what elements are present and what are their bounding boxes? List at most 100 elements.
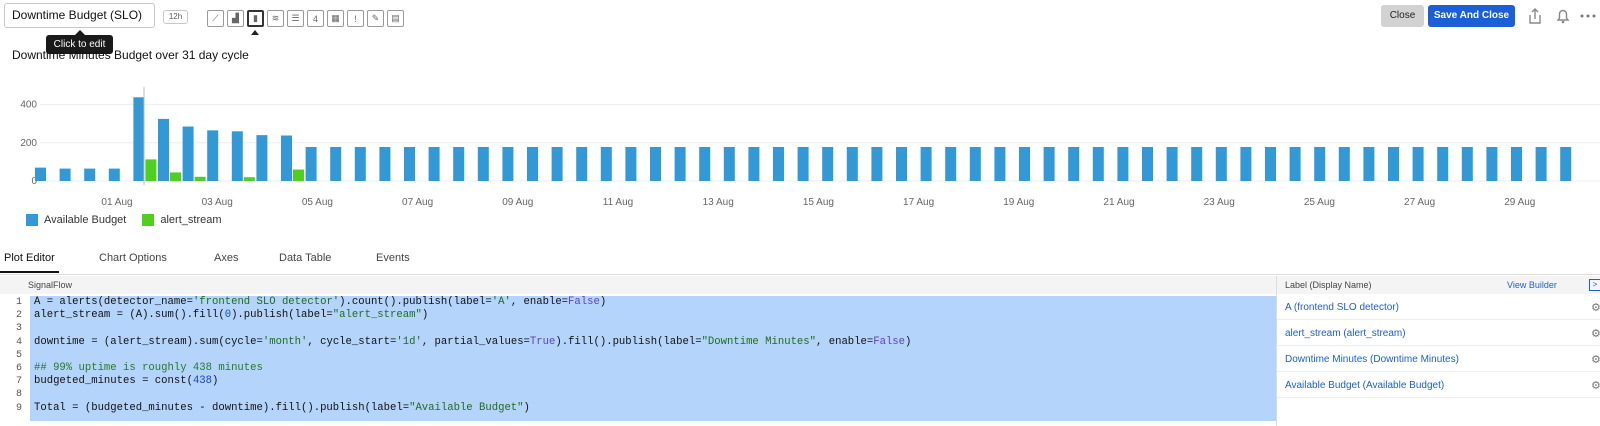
code-line[interactable]: ## 99% uptime is roughly 438 minutes [30,362,1276,375]
plot-label-row[interactable]: Available Budget (Available Budget) ⚙ [1277,372,1600,398]
bar-available-budget[interactable] [428,146,440,181]
bar-available-budget[interactable] [1560,146,1572,181]
bar-available-budget[interactable] [1535,146,1547,181]
bar-available-budget[interactable] [354,146,366,181]
code-line[interactable]: downtime = (alert_stream).sum(cycle='mon… [30,336,1276,349]
code-line[interactable]: A = alerts(detector_name='frontend SLO d… [30,296,1276,309]
plot-label-text[interactable]: Downtime Minutes (Downtime Minutes) [1285,354,1459,365]
tab-data-table[interactable]: Data Table [279,252,331,264]
bar-available-budget[interactable] [945,146,957,181]
save-and-close-button[interactable]: Save And Close [1428,5,1515,27]
bar-available-budget[interactable] [650,146,661,181]
share-icon[interactable] [1526,7,1544,25]
bar-available-budget[interactable] [871,146,883,181]
code-line[interactable]: alert_stream = (A).sum().fill(0).publish… [30,309,1276,322]
bar-available-budget[interactable] [281,135,292,181]
bar-alert-stream[interactable] [145,159,157,181]
bar-available-budget[interactable] [1437,146,1449,181]
bar-available-budget[interactable] [1511,146,1522,181]
bar-available-budget[interactable] [404,146,415,181]
bar-available-budget[interactable] [1461,146,1473,181]
bar-available-budget[interactable] [994,146,1006,181]
plot-label-row[interactable]: alert_stream (alert_stream) ⚙ [1277,320,1600,346]
view-builder-link[interactable]: View Builder [1507,280,1557,290]
code-line[interactable]: Total = (budgeted_minutes - downtime).fi… [30,402,1276,415]
bar-available-budget[interactable] [1388,146,1399,181]
bar-available-budget[interactable] [625,146,637,181]
bar-available-budget[interactable] [59,168,71,181]
line-chart-icon[interactable]: ⟋ [207,10,224,27]
bar-available-budget[interactable] [920,146,932,181]
bar-available-budget[interactable] [453,146,465,181]
area-chart-icon[interactable]: ▟ [227,10,244,27]
bar-available-budget[interactable] [256,135,268,181]
bar-available-budget[interactable] [1142,146,1153,181]
bar-available-budget[interactable] [773,146,784,181]
bar-available-budget[interactable] [527,146,538,181]
heatmap-icon[interactable]: ▦ [327,10,344,27]
plot-label-row[interactable]: A (frontend SLO detector) ⚙ [1277,294,1600,320]
column-chart-icon[interactable]: ▮ [247,10,264,27]
text-note-icon[interactable]: ✎ [367,10,384,27]
bar-available-budget[interactable] [1363,146,1375,181]
close-button[interactable]: Close [1381,5,1424,27]
bar-available-budget[interactable] [576,146,588,181]
bar-available-budget[interactable] [305,146,317,181]
bar-available-budget[interactable] [1043,146,1055,181]
bar-alert-stream[interactable] [243,177,255,181]
table-icon[interactable]: ▤ [387,10,404,27]
bell-icon[interactable] [1554,7,1572,25]
bar-available-budget[interactable] [182,126,194,181]
bar-available-budget[interactable] [896,146,907,181]
tab-plot-editor[interactable]: Plot Editor [0,252,59,273]
bar-available-budget[interactable] [330,146,342,181]
bar-alert-stream[interactable] [170,172,181,181]
bar-available-budget[interactable] [551,146,563,181]
bar-available-budget[interactable] [1289,146,1301,181]
more-options-icon[interactable] [1578,7,1598,25]
signalflow-editor[interactable]: 1 23456 789 A = alerts(detector_name='fron… [0,296,1276,426]
plot-label-text[interactable]: A (frontend SLO detector) [1285,302,1399,313]
bar-available-budget[interactable] [797,146,809,181]
bar-available-budget[interactable] [748,146,760,181]
bar-available-budget[interactable] [35,167,46,181]
bar-available-budget[interactable] [84,168,96,181]
bar-available-budget[interactable] [1412,146,1424,181]
bar-available-budget[interactable] [379,146,391,181]
single-value-icon[interactable]: 4 [307,10,324,27]
bar-available-budget[interactable] [846,146,858,181]
code-line[interactable] [30,388,1276,401]
bar-alert-stream[interactable] [293,169,304,181]
bar-available-budget[interactable] [723,146,735,181]
list-icon[interactable]: ☰ [287,10,304,27]
bar-alert-stream[interactable] [194,176,206,181]
plot-label-row[interactable]: Downtime Minutes (Downtime Minutes) ⚙ [1277,346,1600,372]
tab-chart-options[interactable]: Chart Options [99,252,167,264]
code-line[interactable] [30,349,1276,362]
bar-available-budget[interactable] [674,146,686,181]
plot-label-text[interactable]: alert_stream (alert_stream) [1285,328,1406,339]
gear-icon[interactable]: ⚙ [1591,301,1600,314]
time-range-badge[interactable]: 12h [163,10,188,24]
bar-available-budget[interactable] [1092,146,1104,181]
tab-axes[interactable]: Axes [214,252,238,264]
bar-available-budget[interactable] [1486,146,1498,181]
bar-available-budget[interactable] [1117,146,1129,181]
gear-icon[interactable]: ⚙ [1591,327,1600,340]
gear-icon[interactable]: ⚙ [1591,353,1600,366]
code-line[interactable]: budgeted_minutes = const(438) [30,375,1276,388]
chart-name-input[interactable]: Downtime Budget (SLO) [4,3,155,28]
legend-item-alert-stream[interactable]: alert_stream [142,214,222,226]
bar-available-budget[interactable] [502,146,514,181]
tab-events[interactable]: Events [376,252,410,264]
bar-available-budget[interactable] [600,146,612,181]
code-content[interactable]: A = alerts(detector_name='frontend SLO d… [30,296,1276,421]
legend-item-available-budget[interactable]: Available Budget [26,214,126,226]
bar-available-budget[interactable] [231,131,243,181]
expand-panel-icon[interactable]: > [1589,279,1600,291]
bar-available-budget[interactable] [158,118,169,181]
plot-label-text[interactable]: Available Budget (Available Budget) [1285,380,1444,391]
code-line[interactable] [30,322,1276,335]
bar-available-budget[interactable] [1215,146,1227,181]
bar-available-budget[interactable] [133,97,145,181]
